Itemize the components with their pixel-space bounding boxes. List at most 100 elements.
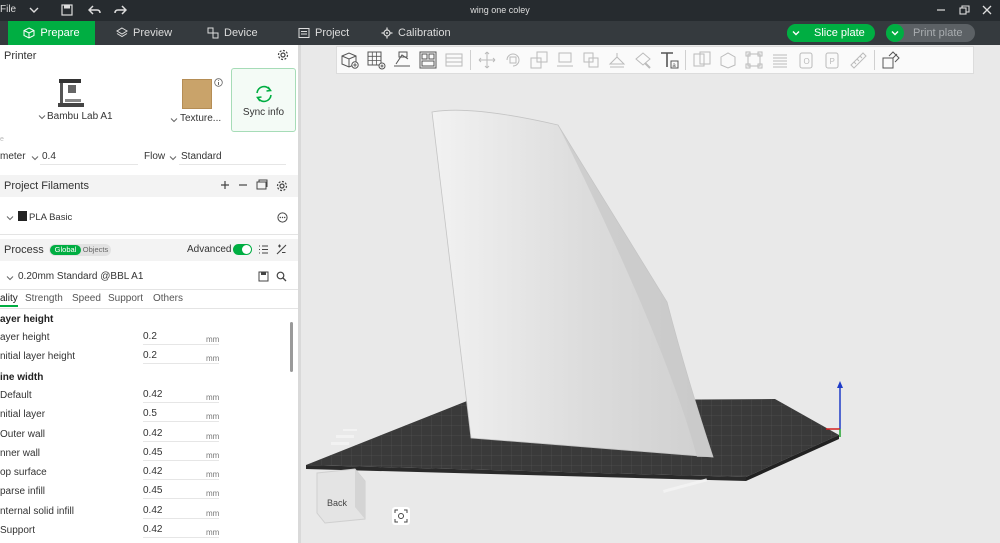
tab-strength[interactable]: Strength <box>25 293 63 304</box>
parameters-scrollbar[interactable] <box>290 322 293 372</box>
close-icon[interactable] <box>979 2 995 18</box>
filament-color-swatch[interactable] <box>18 211 27 221</box>
process-compare-icon[interactable] <box>276 244 287 258</box>
tab-calibration-label: Calibration <box>398 27 451 39</box>
restore-icon[interactable] <box>956 2 972 18</box>
place-icon[interactable]: P <box>819 48 845 72</box>
flow-field[interactable]: Standard <box>179 149 286 165</box>
tab-project-label: Project <box>315 27 350 39</box>
view-cube-back-label[interactable]: Back <box>327 498 348 508</box>
tab-quality[interactable]: ality <box>0 293 18 307</box>
unit-label: mm <box>206 335 220 344</box>
global-objects-toggle[interactable]: Global Objects <box>49 244 111 256</box>
ruler-icon[interactable] <box>845 48 871 72</box>
print-plate-label: Print plate <box>913 27 963 39</box>
process-list-icon[interactable] <box>258 244 269 258</box>
advanced-switch[interactable] <box>233 244 252 255</box>
global-toggle-option[interactable]: Global <box>50 245 81 255</box>
measure-icon[interactable] <box>715 48 741 72</box>
tab-others[interactable]: Others <box>153 293 183 304</box>
filaments-section-title: Project Filaments <box>4 180 89 192</box>
tab-prepare-label: Prepare <box>40 27 80 39</box>
mesh-boolean-icon[interactable] <box>689 48 715 72</box>
tab-speed[interactable]: Speed <box>72 293 101 304</box>
svg-text:O: O <box>804 57 810 66</box>
nozzle-diameter-value: 0.4 <box>42 151 56 162</box>
objects-toggle-option[interactable]: Objects <box>81 245 110 255</box>
view-cube[interactable]: Back <box>316 468 366 524</box>
printer-section-header: Printer <box>0 45 298 67</box>
plate-grid-icon[interactable] <box>363 48 389 72</box>
printer-dropdown-chevron-icon[interactable] <box>38 112 46 124</box>
printer-name[interactable]: Bambu Lab A1 <box>47 111 113 122</box>
unit-label: mm <box>206 470 220 479</box>
preset-name: 0.20mm Standard @BBL A1 <box>18 271 144 282</box>
filament-sync-icon[interactable] <box>256 179 268 194</box>
move-icon[interactable] <box>474 48 500 72</box>
tab-device[interactable]: Device <box>207 21 258 45</box>
auto-orient-icon[interactable] <box>389 48 415 72</box>
filament-options-icon[interactable] <box>277 212 288 226</box>
nozzle-diameter-field[interactable]: 0.4 <box>40 149 138 165</box>
plate-info-icon[interactable] <box>214 78 223 90</box>
plate-dropdown-chevron-icon[interactable] <box>170 115 178 127</box>
toolbar-separator <box>685 50 686 70</box>
filament-settings-gear-icon[interactable] <box>276 180 288 195</box>
param-label: nner wall <box>0 448 41 459</box>
nozzle-diameter-label: meter <box>0 151 26 162</box>
tab-prepare[interactable]: Prepare <box>8 21 95 45</box>
sync-info-button[interactable]: Sync info <box>231 68 296 132</box>
left-sidebar: Printer Bambu Lab A1 Texture... Sync inf… <box>0 45 298 543</box>
flow-value: Standard <box>181 151 222 162</box>
tab-project[interactable]: Project <box>298 21 349 45</box>
slice-plate-button[interactable]: Slice plate <box>787 24 875 42</box>
3d-viewport[interactable]: Back a O P <box>301 45 1000 543</box>
part-icon[interactable]: O <box>793 48 819 72</box>
cube-icon <box>23 27 35 39</box>
remove-filament-minus-icon[interactable] <box>238 180 248 193</box>
print-dropdown-chevron-icon[interactable] <box>886 24 904 42</box>
plate-layout-icon[interactable] <box>441 48 467 72</box>
plate-name[interactable]: Texture... <box>180 113 221 124</box>
add-object-icon[interactable] <box>337 48 363 72</box>
slice-dropdown-chevron-icon[interactable] <box>787 24 805 42</box>
printer-thumbnail-icon[interactable] <box>56 77 86 112</box>
tab-preview[interactable]: Preview <box>116 21 172 45</box>
search-icon[interactable] <box>276 271 287 285</box>
build-plate-thumbnail[interactable] <box>182 79 212 109</box>
flow-dropdown-chevron-icon[interactable] <box>169 153 177 165</box>
minimize-icon[interactable] <box>933 2 949 18</box>
scale-icon[interactable] <box>526 48 552 72</box>
tab-support[interactable]: Support <box>108 293 143 304</box>
support-paint-icon[interactable] <box>604 48 630 72</box>
viewport-toolbar: a O P <box>336 46 974 74</box>
cut-icon[interactable] <box>578 48 604 72</box>
printer-settings-gear-icon[interactable] <box>277 49 289 64</box>
print-plate-button[interactable]: Print plate <box>886 24 975 42</box>
arrange-icon[interactable] <box>415 48 441 72</box>
filament-list-item[interactable]: PLA Basic <box>0 205 298 229</box>
toolbar-separator <box>470 50 471 70</box>
printer-section-title: Printer <box>4 50 37 62</box>
seam-paint-icon[interactable] <box>630 48 656 72</box>
scene-canvas[interactable]: Back <box>301 45 1000 543</box>
explode-icon[interactable] <box>878 48 904 72</box>
center-view-icon[interactable] <box>392 507 410 525</box>
process-preset-selector[interactable]: 0.20mm Standard @BBL A1 <box>0 268 298 286</box>
slice-plate-label: Slice plate <box>814 27 865 39</box>
model-fin[interactable] <box>431 109 714 458</box>
nozzle-dropdown-chevron-icon[interactable] <box>31 153 39 165</box>
filament-dropdown-chevron-icon[interactable] <box>6 213 14 225</box>
lay-on-face-icon[interactable] <box>552 48 578 72</box>
add-filament-plus-icon[interactable] <box>220 180 230 193</box>
sync-info-label: Sync info <box>242 107 285 118</box>
variable-layer-icon[interactable] <box>767 48 793 72</box>
unit-label: mm <box>206 432 220 441</box>
text-icon[interactable]: a <box>656 48 682 72</box>
rotate-icon[interactable] <box>500 48 526 72</box>
axis-gizmo <box>826 381 843 437</box>
save-preset-icon[interactable] <box>258 271 269 285</box>
preset-dropdown-chevron-icon[interactable] <box>6 273 14 285</box>
tab-calibration[interactable]: Calibration <box>381 21 451 45</box>
assembly-icon[interactable] <box>741 48 767 72</box>
